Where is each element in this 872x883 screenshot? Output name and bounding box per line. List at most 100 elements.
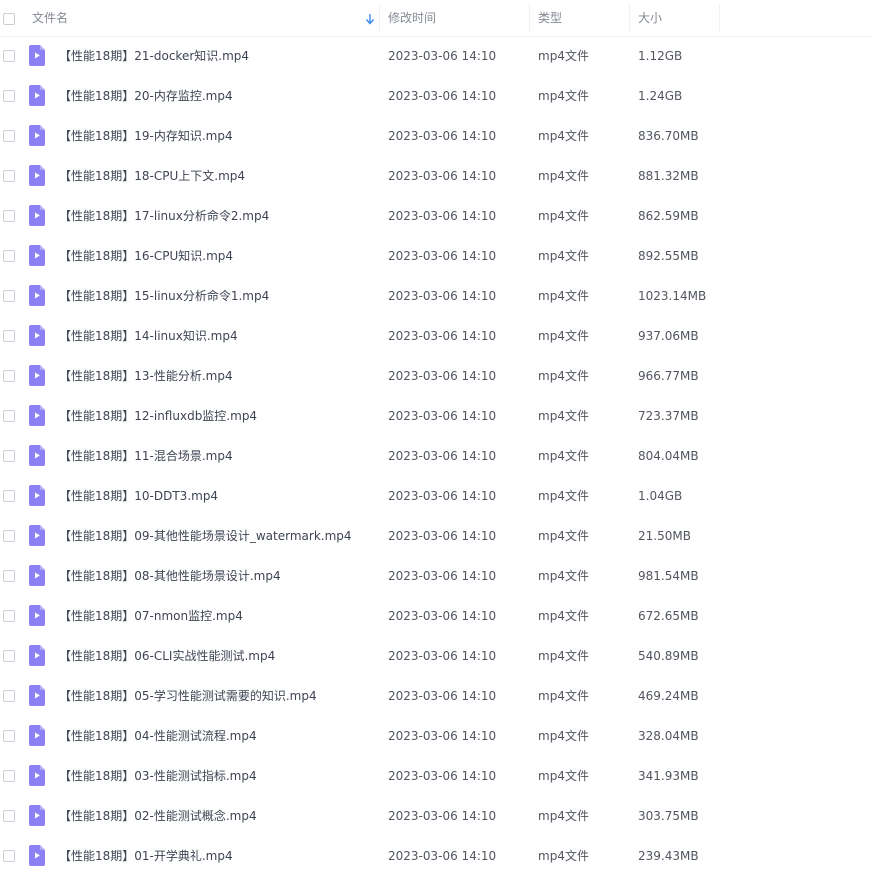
row-checkbox[interactable] <box>3 850 15 862</box>
row-checkbox[interactable] <box>3 650 15 662</box>
file-type: mp4文件 <box>538 409 589 423</box>
file-name[interactable]: 【性能18期】08-其他性能场景设计.mp4 <box>59 556 281 596</box>
file-row[interactable]: 【性能18期】18-CPU上下文.mp4 2023-03-06 14:10 mp… <box>0 156 872 196</box>
column-divider[interactable] <box>719 4 720 32</box>
file-name[interactable]: 【性能18期】21-docker知识.mp4 <box>59 36 249 76</box>
file-name[interactable]: 【性能18期】10-DDT3.mp4 <box>59 476 218 516</box>
column-header-type-label: 类型 <box>538 11 563 25</box>
row-checkbox[interactable] <box>3 370 15 382</box>
row-checkbox[interactable] <box>3 330 15 342</box>
file-modified-time: 2023-03-06 14:10 <box>388 209 497 223</box>
row-checkbox[interactable] <box>3 490 15 502</box>
file-name[interactable]: 【性能18期】15-linux分析命令1.mp4 <box>59 276 269 316</box>
video-file-icon <box>29 365 45 386</box>
file-row[interactable]: 【性能18期】16-CPU知识.mp4 2023-03-06 14:10 mp4… <box>0 236 872 276</box>
file-row[interactable]: 【性能18期】19-内存知识.mp4 2023-03-06 14:10 mp4文… <box>0 116 872 156</box>
file-name[interactable]: 【性能18期】04-性能测试流程.mp4 <box>59 716 257 756</box>
column-header-time[interactable]: 修改时间 <box>380 0 529 36</box>
file-row[interactable]: 【性能18期】15-linux分析命令1.mp4 2023-03-06 14:1… <box>0 276 872 316</box>
file-name[interactable]: 【性能18期】14-linux知识.mp4 <box>59 316 238 356</box>
file-name[interactable]: 【性能18期】16-CPU知识.mp4 <box>59 236 233 276</box>
file-name[interactable]: 【性能18期】05-学习性能测试需要的知识.mp4 <box>59 676 317 716</box>
row-checkbox[interactable] <box>3 530 15 542</box>
file-row[interactable]: 【性能18期】17-linux分析命令2.mp4 2023-03-06 14:1… <box>0 196 872 236</box>
file-name[interactable]: 【性能18期】03-性能测试指标.mp4 <box>59 756 257 796</box>
file-row[interactable]: 【性能18期】21-docker知识.mp4 2023-03-06 14:10 … <box>0 36 872 76</box>
video-file-icon <box>29 85 45 106</box>
file-row[interactable]: 【性能18期】10-DDT3.mp4 2023-03-06 14:10 mp4文… <box>0 476 872 516</box>
file-size: 862.59MB <box>638 209 699 223</box>
file-modified-time: 2023-03-06 14:10 <box>388 849 497 863</box>
file-size: 723.37MB <box>638 409 699 423</box>
column-header-size[interactable]: 大小 <box>630 0 719 36</box>
file-row[interactable]: 【性能18期】20-内存监控.mp4 2023-03-06 14:10 mp4文… <box>0 76 872 116</box>
file-size: 1.24GB <box>638 89 683 103</box>
file-name[interactable]: 【性能18期】20-内存监控.mp4 <box>59 76 233 116</box>
video-file-icon <box>29 405 45 426</box>
file-row[interactable]: 【性能18期】06-CLI实战性能测试.mp4 2023-03-06 14:10… <box>0 636 872 676</box>
file-name[interactable]: 【性能18期】11-混合场景.mp4 <box>59 436 233 476</box>
file-row[interactable]: 【性能18期】11-混合场景.mp4 2023-03-06 14:10 mp4文… <box>0 436 872 476</box>
video-file-icon <box>29 685 45 706</box>
row-checkbox[interactable] <box>3 290 15 302</box>
column-header-name[interactable]: 文件名 <box>24 0 379 36</box>
row-checkbox[interactable] <box>3 410 15 422</box>
video-file-icon <box>29 125 45 146</box>
file-type: mp4文件 <box>538 569 589 583</box>
file-type: mp4文件 <box>538 649 589 663</box>
file-row[interactable]: 【性能18期】13-性能分析.mp4 2023-03-06 14:10 mp4文… <box>0 356 872 396</box>
row-checkbox[interactable] <box>3 210 15 222</box>
row-checkbox[interactable] <box>3 90 15 102</box>
file-name[interactable]: 【性能18期】18-CPU上下文.mp4 <box>59 156 245 196</box>
file-type: mp4文件 <box>538 129 589 143</box>
file-size: 881.32MB <box>638 169 699 183</box>
file-modified-time: 2023-03-06 14:10 <box>388 769 497 783</box>
file-size: 239.43MB <box>638 849 699 863</box>
video-file-icon <box>29 605 45 626</box>
row-checkbox[interactable] <box>3 450 15 462</box>
file-name[interactable]: 【性能18期】02-性能测试概念.mp4 <box>59 796 257 836</box>
file-row[interactable]: 【性能18期】14-linux知识.mp4 2023-03-06 14:10 m… <box>0 316 872 356</box>
file-name[interactable]: 【性能18期】06-CLI实战性能测试.mp4 <box>59 636 275 676</box>
file-type: mp4文件 <box>538 449 589 463</box>
file-modified-time: 2023-03-06 14:10 <box>388 289 497 303</box>
row-checkbox[interactable] <box>3 730 15 742</box>
file-modified-time: 2023-03-06 14:10 <box>388 409 497 423</box>
video-file-icon <box>29 845 45 866</box>
row-checkbox[interactable] <box>3 570 15 582</box>
file-name[interactable]: 【性能18期】07-nmon监控.mp4 <box>59 596 243 636</box>
video-file-icon <box>29 525 45 546</box>
file-name[interactable]: 【性能18期】01-开学典礼.mp4 <box>59 836 233 876</box>
file-row[interactable]: 【性能18期】01-开学典礼.mp4 2023-03-06 14:10 mp4文… <box>0 836 872 876</box>
row-checkbox[interactable] <box>3 170 15 182</box>
select-all-checkbox[interactable] <box>3 13 15 25</box>
file-modified-time: 2023-03-06 14:10 <box>388 49 497 63</box>
row-checkbox[interactable] <box>3 690 15 702</box>
row-checkbox[interactable] <box>3 810 15 822</box>
row-checkbox[interactable] <box>3 130 15 142</box>
file-row[interactable]: 【性能18期】03-性能测试指标.mp4 2023-03-06 14:10 mp… <box>0 756 872 796</box>
column-header-type[interactable]: 类型 <box>530 0 629 36</box>
file-type: mp4文件 <box>538 249 589 263</box>
file-row[interactable]: 【性能18期】04-性能测试流程.mp4 2023-03-06 14:10 mp… <box>0 716 872 756</box>
file-row[interactable]: 【性能18期】07-nmon监控.mp4 2023-03-06 14:10 mp… <box>0 596 872 636</box>
video-file-icon <box>29 45 45 66</box>
file-row[interactable]: 【性能18期】08-其他性能场景设计.mp4 2023-03-06 14:10 … <box>0 556 872 596</box>
file-row[interactable]: 【性能18期】09-其他性能场景设计_watermark.mp4 2023-03… <box>0 516 872 556</box>
file-name[interactable]: 【性能18期】19-内存知识.mp4 <box>59 116 233 156</box>
file-row[interactable]: 【性能18期】02-性能测试概念.mp4 2023-03-06 14:10 mp… <box>0 796 872 836</box>
video-file-icon <box>29 325 45 346</box>
file-name[interactable]: 【性能18期】09-其他性能场景设计_watermark.mp4 <box>59 516 352 556</box>
file-size: 672.65MB <box>638 609 699 623</box>
row-checkbox[interactable] <box>3 770 15 782</box>
file-row[interactable]: 【性能18期】12-influxdb监控.mp4 2023-03-06 14:1… <box>0 396 872 436</box>
row-checkbox[interactable] <box>3 50 15 62</box>
file-name[interactable]: 【性能18期】13-性能分析.mp4 <box>59 356 233 396</box>
file-name[interactable]: 【性能18期】17-linux分析命令2.mp4 <box>59 196 269 236</box>
row-checkbox[interactable] <box>3 250 15 262</box>
row-checkbox[interactable] <box>3 610 15 622</box>
file-size: 836.70MB <box>638 129 699 143</box>
sort-arrow-down-icon[interactable] <box>365 13 375 25</box>
file-row[interactable]: 【性能18期】05-学习性能测试需要的知识.mp4 2023-03-06 14:… <box>0 676 872 716</box>
file-name[interactable]: 【性能18期】12-influxdb监控.mp4 <box>59 396 257 436</box>
